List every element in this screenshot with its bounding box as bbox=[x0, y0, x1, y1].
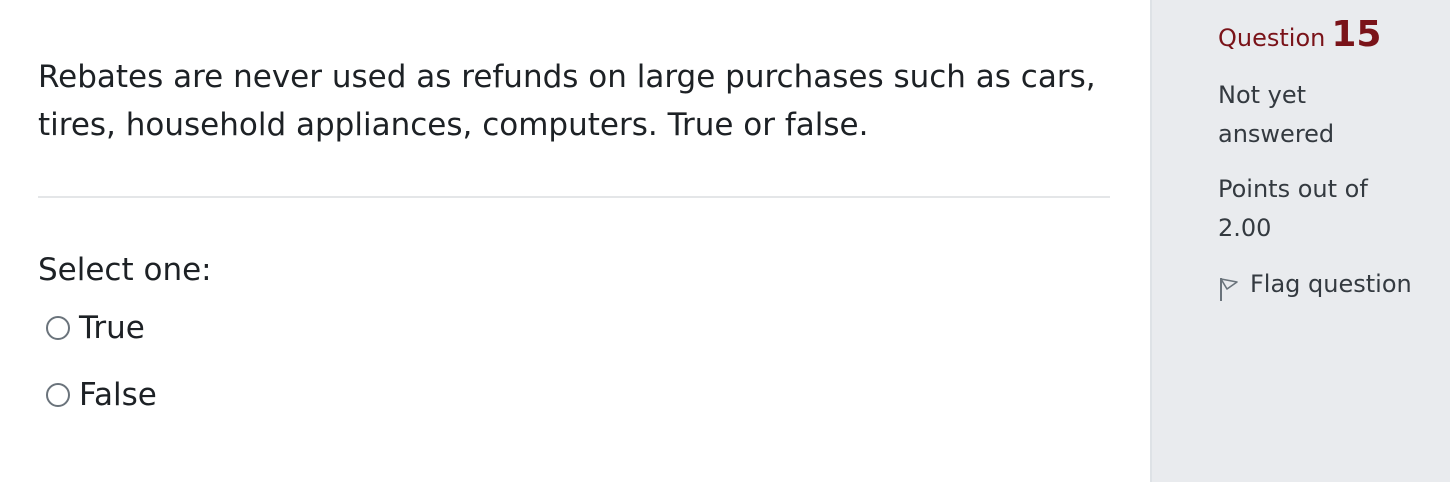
question-number-value: 15 bbox=[1331, 14, 1382, 55]
question-info-panel: Question 15 Not yet answered Points out o… bbox=[1150, 0, 1450, 482]
divider bbox=[38, 196, 1110, 198]
flag-question-label[interactable]: Flag question bbox=[1250, 265, 1412, 304]
question-grade: Points out of 2.00 bbox=[1218, 175, 1368, 242]
option-true-label[interactable]: True bbox=[79, 308, 145, 348]
question-text: Rebates are never used as refunds on lar… bbox=[38, 53, 1113, 149]
quiz-page: Rebates are never used as refunds on lar… bbox=[0, 0, 1450, 482]
flag-question-button[interactable]: Flag question bbox=[1218, 265, 1412, 304]
question-state: Not yet answered bbox=[1218, 81, 1335, 148]
question-number: Question 15 bbox=[1218, 14, 1381, 55]
option-false[interactable]: False bbox=[46, 375, 157, 415]
option-true[interactable]: True bbox=[46, 308, 145, 348]
radio-false[interactable] bbox=[46, 383, 70, 407]
option-false-label[interactable]: False bbox=[79, 375, 157, 415]
question-text-body: Rebates are never used as refunds on lar… bbox=[38, 59, 1096, 143]
flag-outline-icon[interactable] bbox=[1218, 275, 1240, 301]
radio-true[interactable] bbox=[46, 316, 70, 340]
answer-prompt: Select one: bbox=[38, 252, 212, 288]
question-word: Question bbox=[1218, 24, 1326, 52]
question-content: Rebates are never used as refunds on lar… bbox=[0, 0, 1150, 482]
